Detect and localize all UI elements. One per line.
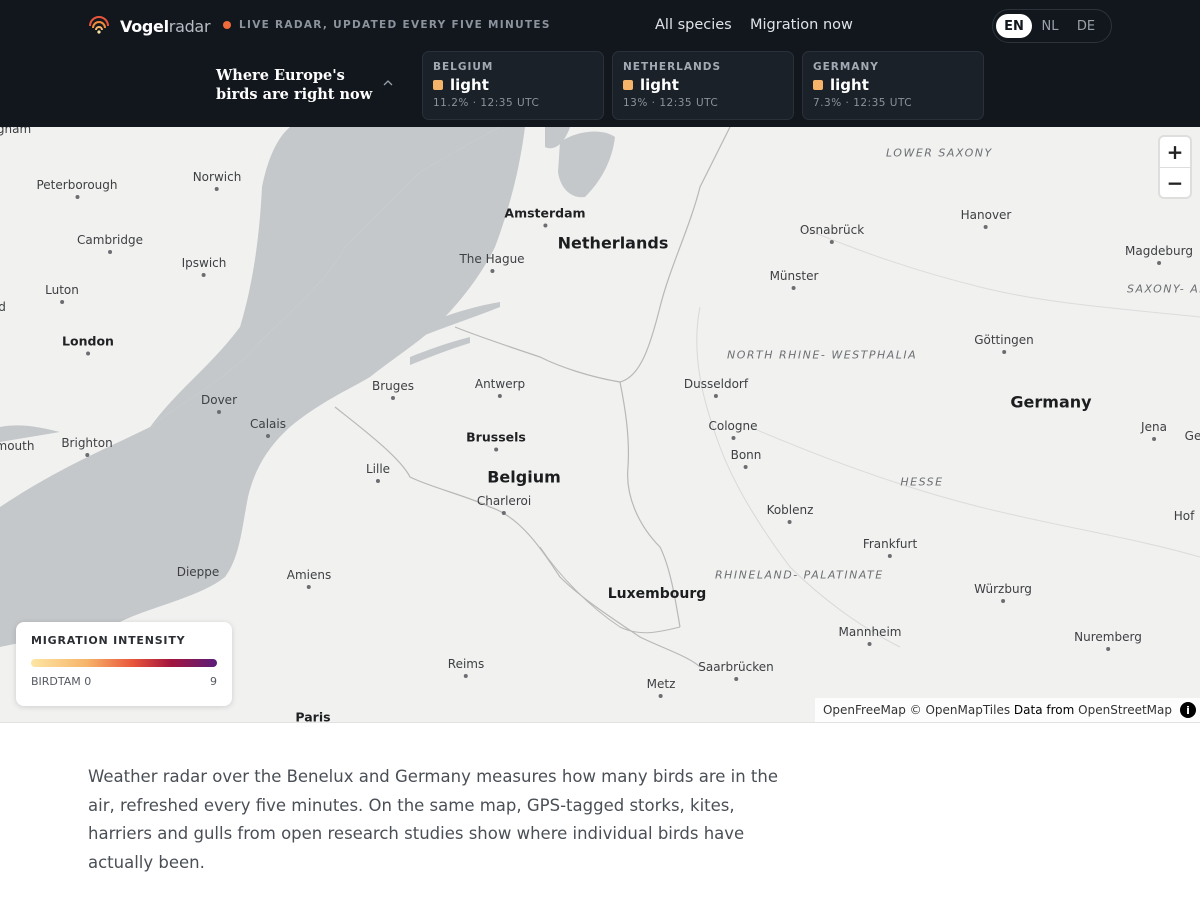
language-switcher: EN NL DE	[992, 9, 1112, 43]
map-label-peterborough: Peterborough	[36, 178, 118, 199]
live-status: LIVE RADAR, UPDATED EVERY FIVE MINUTES	[223, 17, 551, 33]
zoom-controls: + −	[1160, 137, 1190, 197]
top-bar: Vogel radar LIVE RADAR, UPDATED EVERY FIV…	[0, 0, 1200, 127]
map-label-lille: Lille	[365, 462, 391, 483]
map-label-rhineland-palatinate: RHINELAND- PALATINATE	[715, 568, 884, 582]
map-label-gham: gham	[0, 127, 32, 136]
live-dot-icon	[223, 21, 231, 29]
map-label-hanover: Hanover	[960, 208, 1012, 229]
map-label-norwich: Norwich	[192, 170, 242, 191]
map-label-lower-saxony: LOWER SAXONY	[886, 146, 993, 160]
map-label-nuremberg: Nuremberg	[1074, 630, 1142, 651]
map-label-dover: Dover	[201, 393, 237, 414]
map-label-munster: Münster	[769, 269, 819, 290]
map-label-magdeburg: Magdeburg	[1125, 244, 1193, 265]
map-label-belgium: Belgium	[487, 467, 561, 487]
tagline: Where Europe's birds are right now	[216, 67, 373, 103]
map-label-dusseldorf: Dusseldorf	[683, 377, 749, 398]
map-label-saarbrucken: Saarbrücken	[698, 660, 774, 681]
map-label-amsterdam: Amsterdam	[504, 205, 586, 228]
legend-min-label: BIRDTAM 0	[31, 675, 92, 688]
map-label-luxembourg: Luxembourg	[607, 586, 707, 602]
intensity-meta: 13% · 12:35 UTC	[623, 97, 719, 109]
map-label-antwerp: Antwerp	[474, 377, 526, 398]
map-label-wurzburg: Würzburg	[974, 582, 1032, 603]
map-view[interactable]: gham Peterborough Norwich Cambridge Ipsw…	[0, 127, 1200, 723]
legend-gradient-bar	[31, 659, 217, 667]
country-name: NETHERLANDS	[623, 61, 722, 73]
legend-max-label: 9	[210, 675, 217, 688]
intensity-level: light	[450, 76, 489, 94]
map-label-d: d	[0, 300, 6, 314]
map-label-luton: Luton	[45, 283, 79, 304]
map-label-ge: Ge	[1184, 429, 1200, 443]
attribution-openfreemap-link[interactable]: OpenFreeMap	[823, 703, 906, 717]
intro-paragraph: Weather radar over the Benelux and Germa…	[88, 767, 778, 872]
map-label-the-hague: The Hague	[459, 252, 525, 273]
attribution-osm-link[interactable]: OpenStreetMap	[1078, 703, 1172, 717]
map-label-mouth: mouth	[0, 439, 35, 453]
legend-title: MIGRATION INTENSITY	[31, 634, 186, 647]
map-label-amiens: Amiens	[286, 568, 332, 589]
map-label-london: London	[62, 333, 114, 356]
country-card-belgium[interactable]: BELGIUM light 11.2% · 12:35 UTC	[422, 51, 604, 120]
map-label-bruges: Bruges	[371, 379, 415, 400]
intensity-meta: 11.2% · 12:35 UTC	[433, 97, 540, 109]
intensity-swatch	[433, 80, 443, 90]
lang-de-button[interactable]: DE	[1068, 14, 1104, 38]
map-label-osnabruck: Osnabrück	[799, 223, 865, 244]
intensity-swatch	[813, 80, 823, 90]
map-label-gottingen: Göttingen	[974, 333, 1034, 354]
lang-en-button[interactable]: EN	[996, 14, 1032, 38]
map-label-koblenz: Koblenz	[766, 503, 814, 524]
map-label-hof: Hof	[1173, 509, 1195, 523]
intensity-legend: MIGRATION INTENSITY BIRDTAM 0 9	[16, 622, 232, 706]
map-label-frankfurt: Frankfurt	[862, 537, 918, 558]
map-attribution: OpenFreeMap © OpenMapTiles Data from Ope…	[814, 698, 1200, 722]
brand-logo[interactable]: Vogel radar	[88, 14, 211, 38]
live-status-text: LIVE RADAR, UPDATED EVERY FIVE MINUTES	[239, 19, 551, 31]
map-label-dieppe: Dieppe	[176, 565, 220, 579]
nav-all-species[interactable]: All species	[655, 14, 732, 36]
map-label-hesse: HESSE	[900, 475, 944, 489]
info-icon[interactable]: i	[1180, 702, 1196, 718]
lang-nl-button[interactable]: NL	[1032, 14, 1068, 38]
map-label-paris: Paris	[295, 709, 331, 723]
map-label-saxony-anhalt: SAXONY- ANHALT	[1127, 282, 1200, 296]
map-label-mannheim: Mannheim	[838, 625, 902, 646]
intensity-level: light	[640, 76, 679, 94]
map-label-cambridge: Cambridge	[77, 233, 143, 254]
map-label-reims: Reims	[447, 657, 485, 678]
attribution-openmaptiles-link[interactable]: © OpenMapTiles	[910, 703, 1010, 717]
map-label-metz: Metz	[646, 677, 676, 698]
intensity-swatch	[623, 80, 633, 90]
map-label-north-rhine-westphalia: NORTH RHINE- WESTPHALIA	[727, 348, 918, 362]
map-label-brighton: Brighton	[61, 436, 113, 457]
map-label-calais: Calais	[249, 417, 287, 438]
brand-name-light: radar	[168, 16, 211, 36]
radar-waves-icon	[89, 16, 109, 34]
nav-migration-now[interactable]: Migration now	[750, 14, 853, 36]
map-label-bonn: Bonn	[730, 448, 762, 469]
map-label-charleroi: Charleroi	[476, 494, 532, 515]
country-card-netherlands[interactable]: NETHERLANDS light 13% · 12:35 UTC	[612, 51, 794, 120]
map-label-germany: Germany	[1010, 392, 1092, 412]
map-label-cologne: Cologne	[708, 419, 758, 440]
attribution-data-from: Data from	[1013, 703, 1075, 717]
zoom-in-button[interactable]: +	[1160, 137, 1190, 167]
chevron-up-icon[interactable]	[382, 78, 394, 88]
intensity-level: light	[830, 76, 869, 94]
intensity-meta: 7.3% · 12:35 UTC	[813, 97, 913, 109]
map-label-netherlands: Netherlands	[557, 233, 669, 253]
country-name: GERMANY	[813, 61, 879, 73]
brand-name-bold: Vogel	[120, 16, 169, 36]
country-card-germany[interactable]: GERMANY light 7.3% · 12:35 UTC	[802, 51, 984, 120]
zoom-out-button[interactable]: −	[1160, 167, 1190, 197]
map-label-jena: Jena	[1141, 420, 1167, 441]
map-label-brussels: Brussels	[466, 429, 526, 452]
map-label-ipswich: Ipswich	[181, 256, 227, 277]
country-name: BELGIUM	[433, 61, 494, 73]
